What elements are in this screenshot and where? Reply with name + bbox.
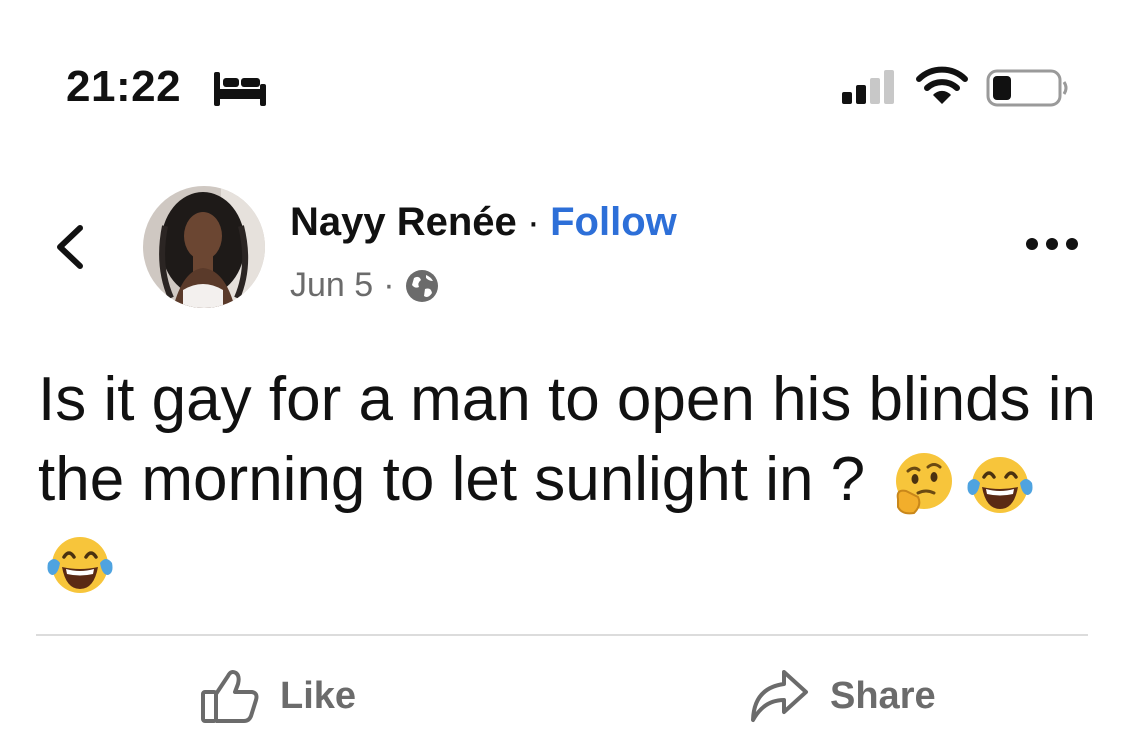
tears-of-joy-emoji <box>967 456 1033 513</box>
follow-button[interactable]: Follow <box>550 200 677 244</box>
share-button[interactable]: Share <box>748 664 936 728</box>
thumbs-up-icon <box>201 670 259 723</box>
cellular-signal-icon <box>842 70 894 104</box>
bed-icon <box>214 72 266 106</box>
profile-photo <box>143 186 265 308</box>
tears-of-joy-emoji <box>47 536 113 593</box>
more-options-button[interactable] <box>1024 232 1080 256</box>
author-line: Nayy Renée · Follow <box>290 200 677 245</box>
like-label: Like <box>280 674 357 717</box>
status-bar: 21:22 <box>0 0 1124 130</box>
post-body: Is it gay for a man to open his blinds i… <box>38 360 1098 600</box>
battery-icon <box>986 69 1068 107</box>
wifi-icon <box>916 66 968 104</box>
share-label: Share <box>830 674 936 717</box>
like-button[interactable]: Like <box>200 664 356 728</box>
divider <box>36 634 1088 636</box>
meta-separator: · <box>383 266 395 304</box>
author-name[interactable]: Nayy Renée <box>290 200 517 244</box>
share-arrow-icon <box>751 670 808 722</box>
status-time: 21:22 <box>66 62 182 111</box>
back-button[interactable] <box>50 222 90 272</box>
globe-icon <box>405 269 438 302</box>
avatar[interactable] <box>143 186 265 308</box>
post-date[interactable]: Jun 5 <box>290 266 373 305</box>
thinking-face-emoji <box>896 452 953 514</box>
post-meta: Jun 5 · <box>290 266 439 305</box>
separator-dot: · <box>526 200 541 244</box>
